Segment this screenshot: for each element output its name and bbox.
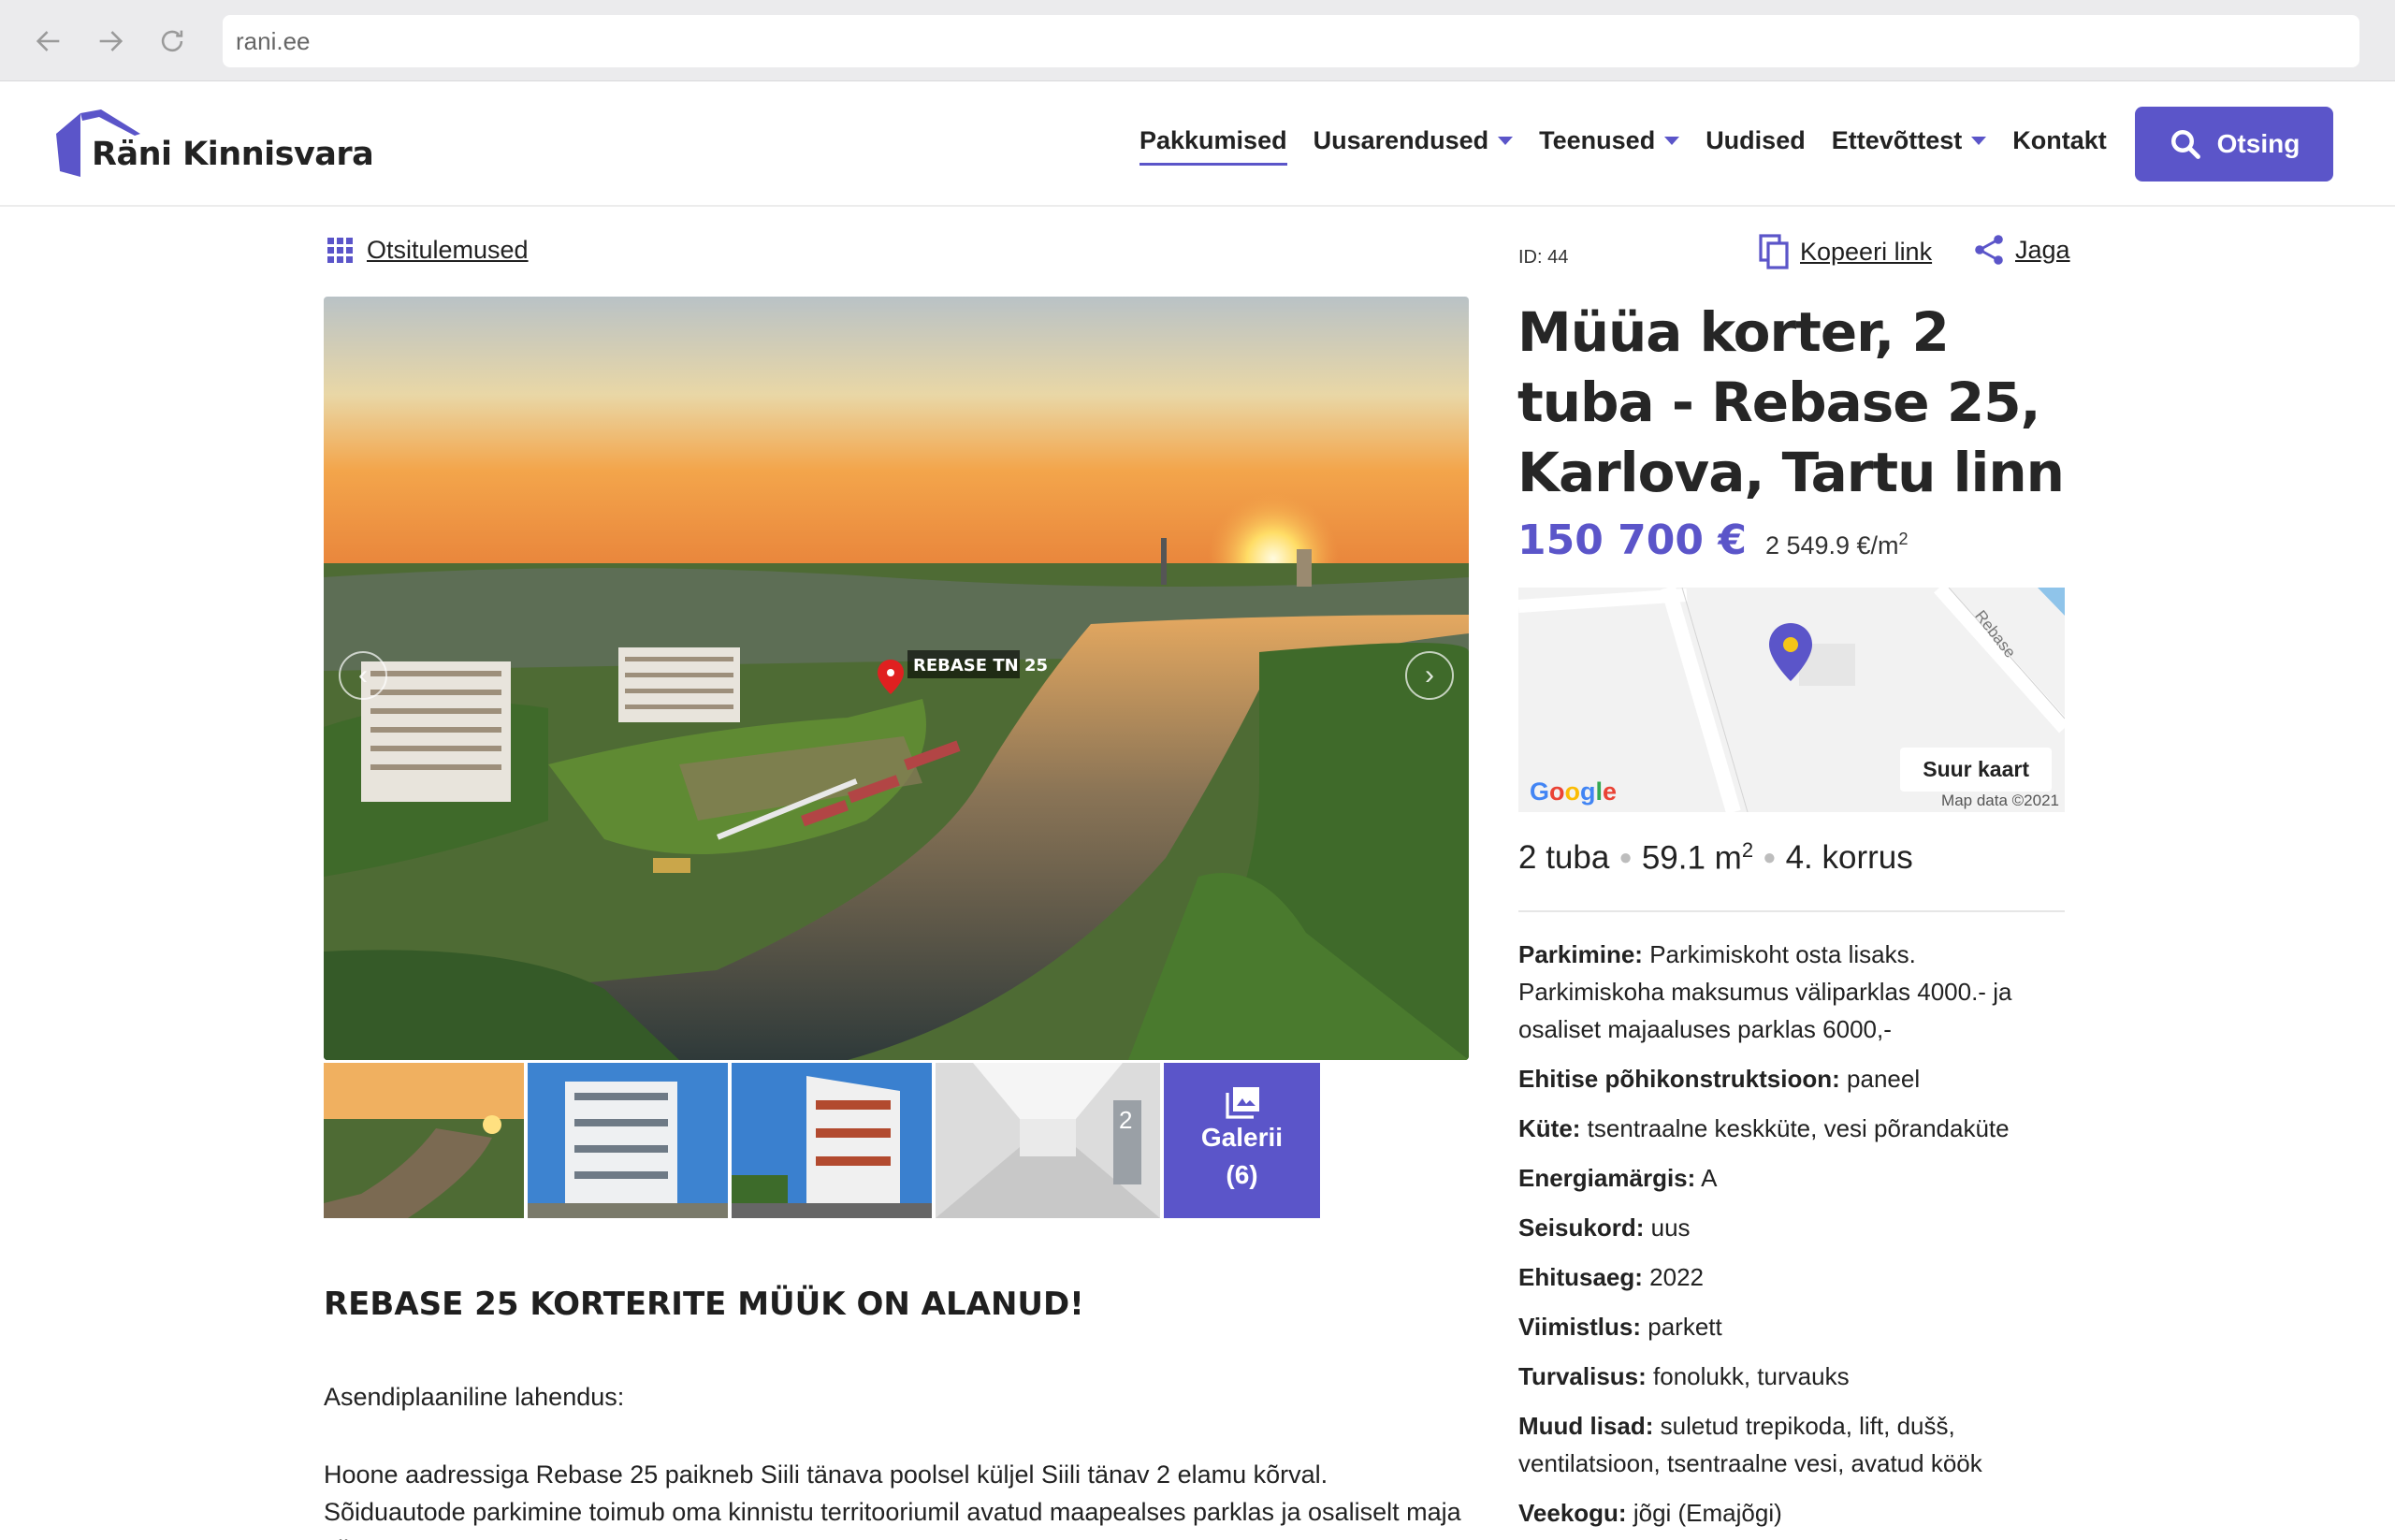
thumbnail-2[interactable] — [528, 1063, 728, 1218]
detail-water-body: Veekogu: jõgi (Emajõgi) — [1518, 1499, 1782, 1527]
nav-label: Pakkumised — [1139, 126, 1287, 154]
site-header: Räni Kinnisvara Pakkumised Uusarendused … — [0, 81, 2395, 207]
location-map[interactable]: Rebase Google Map data ©2021 Suur kaart — [1518, 588, 2065, 812]
thumbnail-strip: 2 Galerii (6) — [324, 1063, 1469, 1218]
address-text: rani.ee — [236, 26, 311, 55]
main-nav: Pakkumised Uusarendused Teenused Uudised… — [1139, 126, 2133, 166]
floor: 4. korrus — [1785, 838, 1913, 876]
gallery-label: Galerii — [1200, 1123, 1284, 1152]
address-bar[interactable]: rani.ee — [223, 15, 2359, 67]
detail-finishing: Viimistlus: parkett — [1518, 1313, 1722, 1341]
search-button[interactable]: Otsing — [2135, 107, 2333, 182]
detail-construction: Ehitise põhikonstruktsioon: paneel — [1518, 1065, 1921, 1093]
thumbnail-3[interactable] — [732, 1063, 932, 1218]
detail-extras: Muud lisad: suletud trepikoda, lift, duš… — [1518, 1412, 1982, 1477]
gallery-button[interactable]: Galerii (6) — [1164, 1063, 1320, 1218]
rooms: 2 tuba — [1518, 838, 1610, 876]
next-arrow-icon[interactable]: › — [1405, 651, 1454, 700]
listing-id: ID: 44 — [1518, 247, 1569, 268]
nav-label: Kontakt — [2012, 126, 2107, 154]
nav-label: Ettevõttest — [1831, 126, 1963, 154]
copy-link-label: Kopeeri link — [1800, 237, 1933, 266]
chevron-down-icon — [1664, 137, 1680, 145]
aerial-river-photo: REBASE TN 25 — [324, 297, 1469, 1060]
prev-arrow-icon[interactable]: ‹ — [339, 651, 387, 700]
price-block: 150 700 € 2 549.9 €/m2 — [1517, 516, 1909, 564]
share-label: Jaga — [2015, 235, 2070, 264]
nav-item-uudised[interactable]: Uudised — [1706, 126, 1806, 166]
description-subheading: Asendiplaaniline lahendus: — [324, 1383, 625, 1411]
share-button[interactable]: Jaga — [1974, 234, 2070, 266]
google-logo: Google — [1530, 777, 1618, 806]
nav-label: Teenused — [1539, 126, 1656, 154]
back-to-results-link[interactable]: Otsitulemused — [327, 236, 529, 265]
nav-label: Uusarendused — [1313, 126, 1489, 154]
description-heading: REBASE 25 KORTERITE MÜÜK ON ALANUD! — [324, 1286, 1084, 1323]
main-photo[interactable]: REBASE TN 25 — [324, 297, 1469, 1060]
listing-title: Müüa korter, 2 tuba - Rebase 25, Karlova… — [1517, 300, 2065, 504]
house-logo-icon — [56, 109, 140, 177]
browser-toolbar: rani.ee — [0, 0, 2395, 81]
description-body: Hoone aadressiga Rebase 25 paikneb Siili… — [324, 1460, 1461, 1540]
search-button-label: Otsing — [2216, 129, 2301, 158]
forward-arrow-icon[interactable] — [90, 21, 131, 62]
grid-icon — [327, 237, 354, 264]
thumb-building — [528, 1063, 728, 1218]
quick-facts: 2 tuba ● 59.1 m2 ● 4. korrus — [1518, 838, 1913, 878]
back-arrow-icon[interactable] — [28, 21, 69, 62]
detail-security: Turvalisus: fonolukk, turvauks — [1518, 1362, 1850, 1390]
price-per-sqm: 2 549.9 €/m2 — [1764, 530, 1909, 559]
detail-heating: Küte: tsentraalne keskküte, vesi põranda… — [1518, 1114, 2010, 1142]
nav-item-pakkumised[interactable]: Pakkumised — [1139, 126, 1287, 166]
gallery-icon — [1225, 1087, 1259, 1119]
separator-dot: ● — [1763, 844, 1777, 870]
details-list: Parkimine: Parkimiskoht osta lisaks. Par… — [1518, 936, 2065, 1540]
divider — [1518, 910, 2065, 912]
logo[interactable]: Räni Kinnisvara — [54, 109, 374, 177]
separator-dot: ● — [1618, 844, 1633, 870]
nav-item-kontakt[interactable]: Kontakt — [2012, 126, 2107, 166]
area: 59.1 m2 — [1641, 838, 1754, 877]
detail-build-year: Ehitusaeg: 2022 — [1518, 1263, 1704, 1291]
thumb-aerial — [324, 1063, 524, 1218]
nav-item-ettevottest[interactable]: Ettevõttest — [1832, 126, 1987, 166]
nav-item-teenused[interactable]: Teenused — [1539, 126, 1680, 166]
search-icon — [2170, 130, 2200, 159]
chevron-down-icon — [1971, 137, 1987, 145]
gallery-count: (6) — [1226, 1160, 1258, 1189]
detail-parking: Parkimine: Parkimiskoht osta lisaks. Par… — [1518, 940, 2012, 1043]
price: 150 700 € — [1517, 516, 1747, 564]
hero-marker-label: REBASE TN 25 — [913, 656, 1048, 676]
thumbnail-4[interactable]: 2 — [936, 1063, 1160, 1218]
copy-link-button[interactable]: Kopeeri link — [1759, 234, 1932, 269]
back-link-label: Otsitulemused — [367, 236, 529, 264]
reload-icon[interactable] — [152, 21, 193, 62]
map-data-label: Map data ©2021 — [1941, 792, 2059, 809]
thumbnail-1[interactable] — [324, 1063, 524, 1218]
chevron-down-icon — [1498, 137, 1514, 145]
large-map-button[interactable]: Suur kaart — [1900, 748, 2052, 792]
thumb-interior-hall: 2 — [936, 1063, 1160, 1218]
copy-icon — [1759, 234, 1789, 269]
thumb-overlay-label: 2 — [1119, 1106, 1132, 1134]
share-icon — [1975, 235, 2003, 265]
thumb-building-street — [732, 1063, 932, 1218]
nav-label: Uudised — [1706, 126, 1806, 154]
detail-energy-label: Energiamärgis: A — [1518, 1164, 1718, 1192]
nav-item-uusarendused[interactable]: Uusarendused — [1314, 126, 1514, 166]
detail-condition: Seisukord: uus — [1518, 1213, 1691, 1242]
